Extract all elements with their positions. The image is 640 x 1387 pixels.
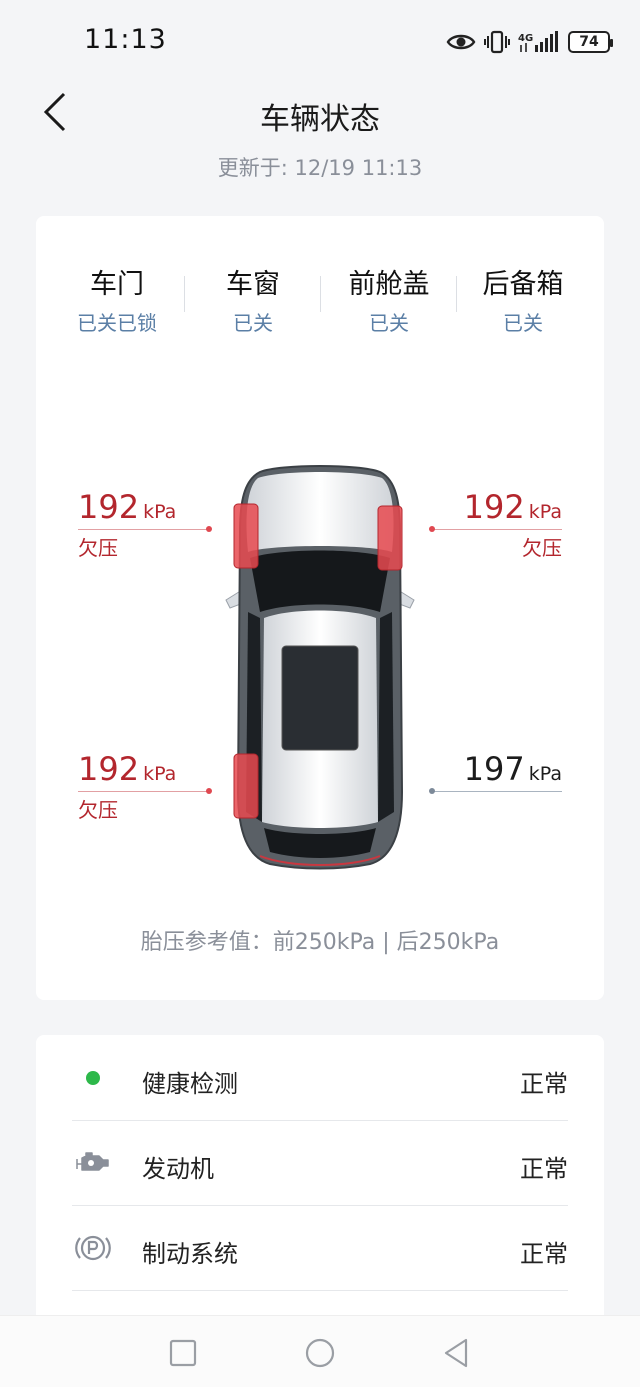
circle-icon bbox=[305, 1338, 335, 1368]
tire-pressure-value: 192 bbox=[463, 488, 525, 526]
closure-label: 车门 bbox=[90, 269, 144, 300]
tire-status: 欠压 bbox=[78, 536, 118, 560]
eye-icon bbox=[446, 34, 476, 50]
closure-value: 已关 bbox=[369, 311, 409, 335]
tire-pressure-unit: kPa bbox=[528, 763, 562, 785]
battery-indicator: 74 bbox=[568, 31, 613, 53]
tire-pressure-reference: 胎压参考值：前250kPa | 后250kPa bbox=[140, 930, 500, 955]
status-icons: 4G 74 bbox=[446, 28, 613, 56]
triangle-back-icon bbox=[444, 1338, 468, 1368]
tire-leader-line bbox=[432, 791, 562, 792]
parking-brake-icon bbox=[72, 1227, 114, 1269]
tire-pressure-unit: kPa bbox=[143, 763, 177, 785]
status-dot-icon bbox=[72, 1057, 114, 1099]
status-dot-icon bbox=[86, 1071, 100, 1085]
closure-value: 已关 bbox=[233, 311, 273, 335]
closure-hood: 前舱盖 已关 bbox=[322, 262, 456, 336]
tire-leader-dot bbox=[206, 526, 212, 532]
list-item-name: 制动系统 bbox=[142, 1240, 238, 1268]
car-top-view-illustration bbox=[225, 465, 415, 870]
closure-label: 车窗 bbox=[226, 269, 280, 300]
engine-icon bbox=[76, 1152, 109, 1171]
tire-pressure-value: 192 bbox=[78, 750, 140, 788]
tire-pressure-unit: kPa bbox=[143, 501, 177, 523]
tire-pressure-unit: kPa bbox=[528, 501, 562, 523]
list-item-brake-system[interactable]: 制动系统 正常 bbox=[72, 1206, 568, 1291]
tire-leader-line bbox=[432, 529, 562, 530]
tire-front-left: 192 kPa 欠压 bbox=[78, 488, 176, 561]
tire-pressure-value: 197 bbox=[463, 750, 525, 788]
back-nav-button[interactable] bbox=[440, 1336, 474, 1370]
closure-label: 前舱盖 bbox=[348, 269, 430, 300]
closure-windows: 车窗 已关 bbox=[186, 262, 320, 336]
tire-leader-dot bbox=[429, 788, 435, 794]
list-item-name: 发动机 bbox=[142, 1155, 214, 1183]
tire-leader-dot bbox=[206, 788, 212, 794]
tire-leader-dot bbox=[429, 526, 435, 532]
tire-rear-right: 197 kPa bbox=[464, 750, 562, 788]
closure-trunk: 后备箱 已关 bbox=[456, 262, 590, 336]
home-button[interactable] bbox=[303, 1336, 337, 1370]
network-label: 4G bbox=[518, 33, 533, 44]
tire-leader-line bbox=[78, 529, 208, 530]
vehicle-status-card: 车门 已关已锁 车窗 已关 前舱盖 已关 后备箱 已关 192 kPa 欠压 1… bbox=[36, 216, 604, 1000]
updated-timestamp: 更新于: 12/19 11:13 bbox=[217, 156, 423, 180]
page-title: 车辆状态 bbox=[260, 102, 380, 137]
system-check-list: 健康检测 正常 发动机 正常 制动系统 正常 bbox=[36, 1035, 604, 1335]
tire-front-right: 192 kPa 欠压 bbox=[464, 488, 562, 561]
status-bar: 11:13 4G 74 bbox=[0, 0, 640, 80]
closure-doors: 车门 已关已锁 bbox=[50, 262, 184, 336]
parking-brake-icon bbox=[75, 1235, 111, 1261]
list-item-state: 正常 bbox=[520, 1070, 568, 1098]
tire-pressure-value: 192 bbox=[78, 488, 140, 526]
status-time: 11:13 bbox=[84, 24, 167, 55]
tire-leader-line bbox=[78, 791, 208, 792]
closure-label: 后备箱 bbox=[482, 269, 564, 300]
system-navigation-bar bbox=[0, 1315, 640, 1387]
list-item-name: 健康检测 bbox=[142, 1070, 238, 1098]
tire-status: 欠压 bbox=[522, 536, 562, 560]
list-item-engine[interactable]: 发动机 正常 bbox=[72, 1121, 568, 1206]
divider bbox=[320, 276, 321, 312]
closure-value: 已关 bbox=[503, 311, 543, 335]
tire-status: 欠压 bbox=[78, 798, 118, 822]
closure-status-row: 车门 已关已锁 车窗 已关 前舱盖 已关 后备箱 已关 bbox=[36, 262, 604, 335]
engine-icon bbox=[72, 1142, 114, 1184]
signal-icon: 4G bbox=[518, 31, 558, 52]
closure-value: 已关已锁 bbox=[77, 311, 157, 335]
list-item-state: 正常 bbox=[520, 1155, 568, 1183]
tire-rear-left: 192 kPa 欠压 bbox=[78, 750, 176, 823]
recent-apps-button[interactable] bbox=[166, 1336, 200, 1370]
vibrate-icon bbox=[484, 30, 510, 54]
list-item-state: 正常 bbox=[520, 1240, 568, 1268]
divider bbox=[184, 276, 185, 312]
square-icon bbox=[169, 1339, 197, 1367]
header: 车辆状态 bbox=[0, 80, 640, 150]
list-item-health-check[interactable]: 健康检测 正常 bbox=[72, 1036, 568, 1121]
